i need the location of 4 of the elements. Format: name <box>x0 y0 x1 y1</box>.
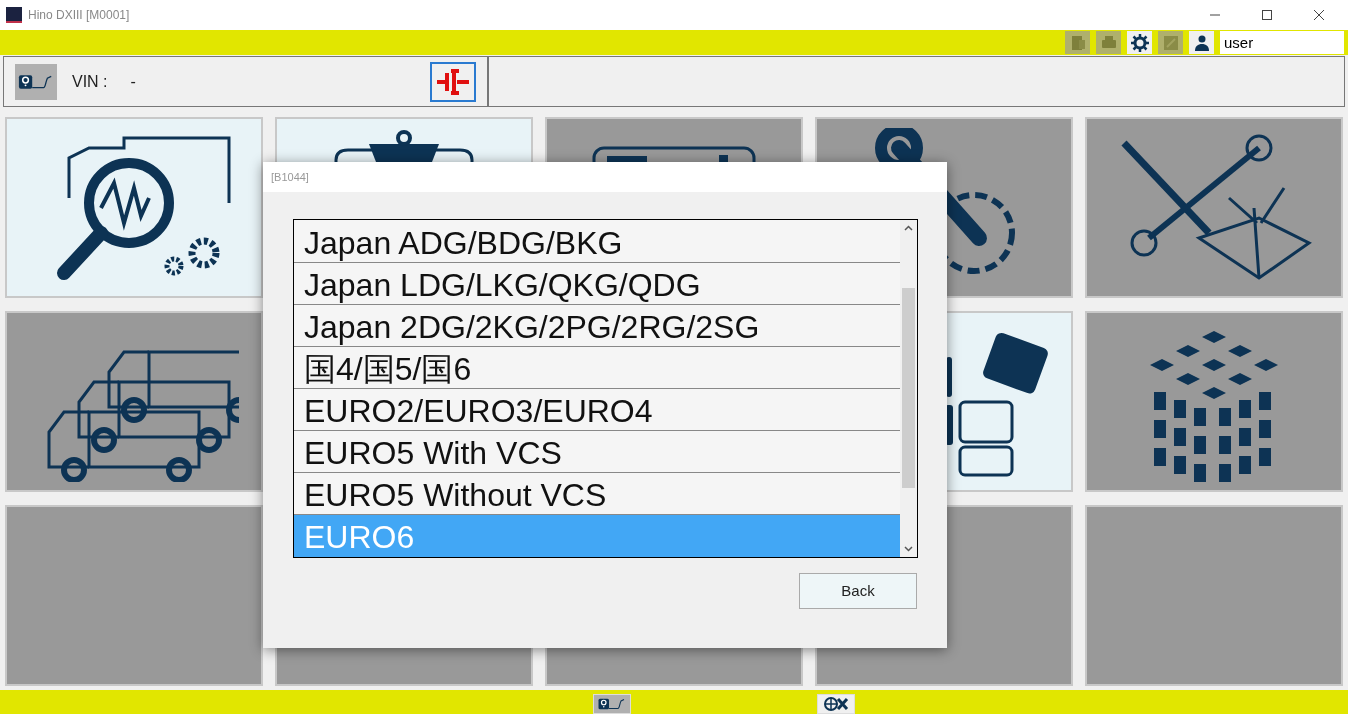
window-title: Hino DXIII [M0001] <box>28 7 130 24</box>
vin-value: - <box>130 71 136 92</box>
vin-label: VIN : <box>72 71 108 92</box>
dialog-title: [B1044] <box>271 169 309 185</box>
